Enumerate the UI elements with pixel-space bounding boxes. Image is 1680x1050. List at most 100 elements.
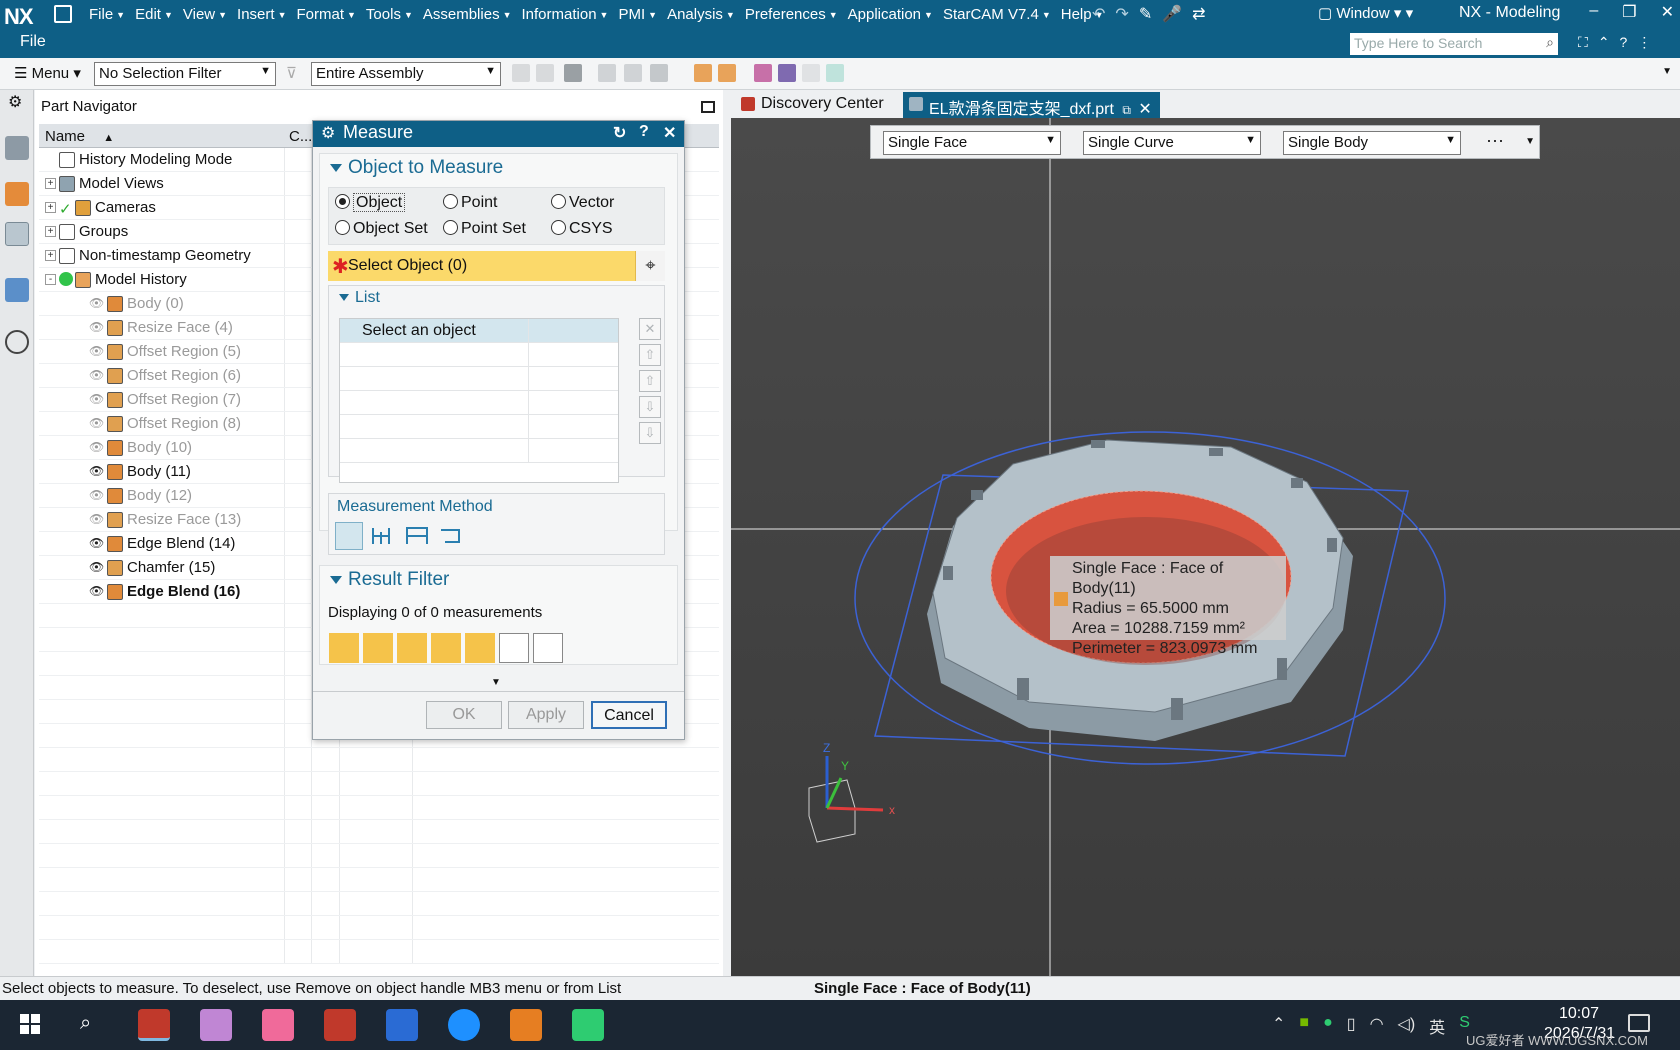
menu-application[interactable]: Application ▼ — [843, 4, 938, 25]
settings-icon[interactable]: ⚙ — [8, 92, 22, 112]
snap-end-icon[interactable] — [598, 64, 616, 82]
history-icon[interactable] — [5, 330, 29, 354]
expand-icon[interactable]: + — [45, 202, 56, 213]
move-up-icon[interactable]: ⇧ — [639, 370, 661, 392]
minimize-icon[interactable]: – — [1589, 2, 1598, 22]
help-icon[interactable]: ? — [1620, 34, 1628, 51]
curve-rule-dropdown[interactable]: Single Curve ▼ — [1083, 131, 1261, 155]
hidden-eye-icon[interactable]: 👁 — [89, 512, 105, 528]
fullscreen-icon[interactable]: ⛶ — [1578, 34, 1588, 51]
eye-icon[interactable]: 👁 — [89, 536, 105, 552]
expand-more-icon[interactable]: ▼ — [491, 677, 501, 688]
list-row[interactable] — [340, 415, 618, 439]
filter-area-icon[interactable] — [431, 633, 461, 663]
hidden-eye-icon[interactable]: 👁 — [89, 488, 105, 504]
app-cube-icon[interactable] — [200, 1009, 232, 1041]
filter-list-icon[interactable] — [533, 633, 563, 663]
menu-assemblies[interactable]: Assemblies ▼ — [418, 4, 517, 25]
toolbar-overflow-icon[interactable]: ▼ — [1662, 66, 1672, 77]
menu-edit[interactable]: Edit ▼ — [130, 4, 178, 25]
snap-options-icon[interactable] — [650, 64, 668, 82]
model-viewport[interactable]: Z x Y — [731, 118, 1680, 976]
assembly-navigator-icon[interactable] — [5, 136, 29, 160]
undo-icon[interactable]: ↶ — [1092, 4, 1105, 24]
apply-button[interactable]: Apply — [508, 701, 584, 729]
menu-format[interactable]: Format ▼ — [291, 4, 360, 25]
radio-object-set[interactable]: Object Set — [335, 220, 428, 238]
point-dialog-icon[interactable]: ⌖ — [635, 251, 665, 281]
volume-icon[interactable]: ◁) — [1398, 1014, 1416, 1038]
wechat-icon[interactable] — [572, 1009, 604, 1041]
filter-arc-icon[interactable] — [363, 633, 393, 663]
menu-file[interactable]: File ▼ — [84, 4, 130, 25]
grip-icon[interactable]: ⋮ — [1637, 34, 1651, 51]
close-icon[interactable]: ✕ — [663, 123, 676, 143]
menu-view[interactable]: View ▼ — [178, 4, 232, 25]
selection-filter-dropdown[interactable]: No Selection Filter ▼ — [94, 62, 276, 86]
eye-icon[interactable]: 👁 — [89, 584, 105, 600]
radio-point-set[interactable]: Point Set — [443, 220, 526, 238]
touch-mode-icon[interactable]: ⇄ — [1192, 4, 1205, 24]
more-options-icon[interactable]: ··· — [1486, 130, 1504, 151]
ok-button[interactable]: OK — [426, 701, 502, 729]
move-top-icon[interactable]: ⇧ — [639, 344, 661, 366]
expand-icon[interactable]: + — [45, 178, 56, 189]
eye-icon[interactable] — [826, 64, 844, 82]
network-tool-icon[interactable] — [386, 1009, 418, 1041]
method-length-icon[interactable] — [437, 522, 465, 550]
select-all-icon[interactable] — [512, 64, 530, 82]
bilibili-icon[interactable] — [262, 1009, 294, 1041]
filter-icon[interactable]: ⊽ — [286, 64, 297, 82]
cancel-button[interactable]: Cancel — [591, 701, 667, 729]
constraint-navigator-icon[interactable] — [5, 182, 29, 206]
eye-icon[interactable]: 👁 — [89, 464, 105, 480]
radio-point[interactable]: Point — [443, 194, 497, 212]
menu-preferences[interactable]: Preferences ▼ — [740, 4, 843, 25]
eye-icon[interactable]: 👁 — [89, 560, 105, 576]
pdf-icon[interactable] — [510, 1009, 542, 1041]
hidden-eye-icon[interactable]: 👁 — [89, 296, 105, 312]
search-icon[interactable]: ⌕ — [80, 1012, 91, 1035]
file-tab[interactable]: File — [20, 33, 46, 51]
method-distance-icon[interactable] — [335, 522, 363, 550]
deselect-icon[interactable] — [536, 64, 554, 82]
filezilla-icon[interactable] — [324, 1009, 356, 1041]
redo-icon[interactable]: ↷ — [1115, 4, 1128, 24]
filter-volume-icon[interactable] — [465, 633, 495, 663]
expand-icon[interactable]: + — [45, 226, 56, 237]
filter-settings-icon[interactable] — [499, 633, 529, 663]
maximize-icon[interactable] — [701, 101, 715, 113]
filter-distance-icon[interactable] — [329, 633, 359, 663]
menu-starcam-v7-4[interactable]: StarCAM V7.4 ▼ — [938, 4, 1056, 25]
hidden-eye-icon[interactable]: 👁 — [89, 392, 105, 408]
view-orient-icon[interactable] — [778, 64, 796, 82]
snap-mid-icon[interactable] — [624, 64, 642, 82]
hidden-eye-icon[interactable]: 👁 — [89, 344, 105, 360]
wechat-tray-icon[interactable]: ● — [1323, 1014, 1333, 1038]
reset-icon[interactable]: ↻ — [613, 123, 626, 143]
view-triad[interactable]: Z x Y — [808, 741, 895, 843]
radio-csys[interactable]: CSYS — [551, 220, 613, 238]
gear-icon[interactable]: ⚙ — [321, 123, 335, 143]
sheet-body-icon[interactable] — [718, 64, 736, 82]
tray-expand-icon[interactable]: ⌃ — [1272, 1014, 1285, 1038]
restore-icon[interactable]: ❐ — [1622, 2, 1636, 22]
tab-pin-icon[interactable]: ⧉ — [1122, 103, 1131, 117]
radio-vector[interactable]: Vector — [551, 194, 614, 212]
measurement-list[interactable]: Select an object — [339, 318, 619, 483]
hidden-eye-icon[interactable]: 👁 — [89, 416, 105, 432]
list-row[interactable] — [340, 391, 618, 415]
tab-close-icon[interactable]: ✕ — [1138, 101, 1151, 118]
part-navigator-icon[interactable] — [5, 222, 29, 246]
filter-angle-icon[interactable] — [397, 633, 427, 663]
move-down-icon[interactable]: ⇩ — [639, 396, 661, 418]
render-style-icon[interactable] — [754, 64, 772, 82]
select-object-step[interactable]: ✱ Select Object (0) ⌖ — [328, 251, 665, 281]
menu-pmi[interactable]: PMI ▼ — [613, 4, 662, 25]
graphics-window[interactable]: Z x Y — [731, 118, 1680, 976]
help-icon[interactable]: ? — [639, 123, 649, 141]
wifi-icon[interactable]: ◠ — [1370, 1014, 1384, 1038]
search-icon[interactable]: ⌕ — [1546, 34, 1554, 51]
usb-icon[interactable]: ▯ — [1347, 1014, 1356, 1038]
web-browser-icon[interactable] — [5, 278, 29, 302]
